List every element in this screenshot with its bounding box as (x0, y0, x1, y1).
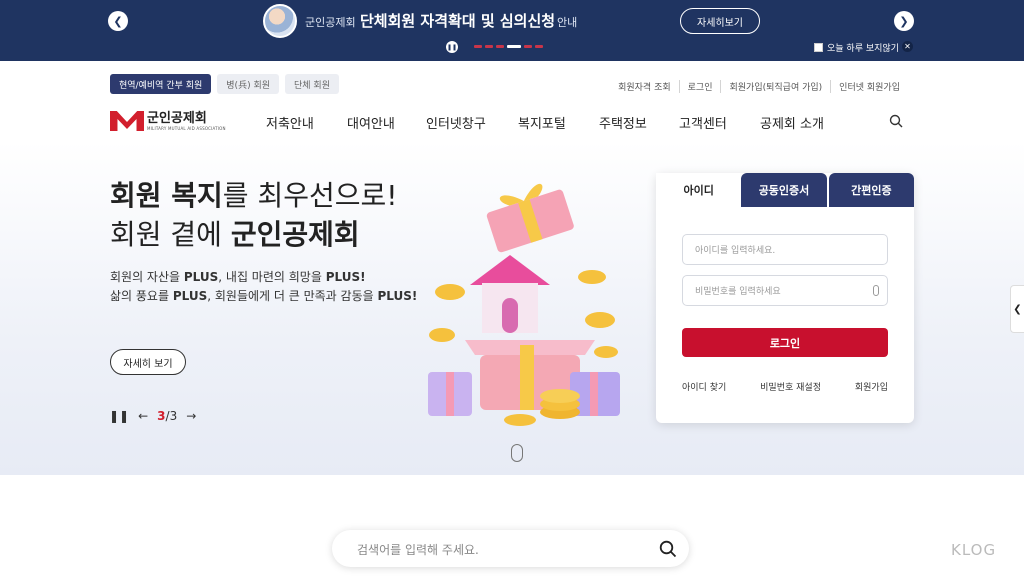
utility-links: 회원자격 조회 로그인 회원가입(퇴직급여 가입) 인터넷 회원가입 (610, 80, 908, 93)
id-input[interactable]: 아이디를 입력하세요. (682, 234, 888, 265)
logo-subtext: MILITARY MUTUAL AID ASSOCIATION (147, 125, 226, 131)
banner-dot[interactable] (496, 45, 504, 48)
keyboard-security-icon[interactable] (873, 285, 879, 296)
password-placeholder: 비밀번호를 입력하세요 (695, 287, 781, 297)
search-input[interactable]: 검색어를 입력해 주세요. (357, 541, 479, 558)
banner-headline[interactable]: 단체회원 자격확대 및 심의신청 (360, 10, 555, 31)
util-signup-retirement[interactable]: 회원가입(퇴직급여 가입) (720, 80, 830, 93)
hide-today-checkbox[interactable] (814, 43, 823, 52)
tab-certificate-login[interactable]: 공동인증서 (741, 173, 827, 207)
banner-close-icon[interactable]: ✕ (902, 41, 913, 52)
util-login[interactable]: 로그인 (678, 80, 721, 93)
search-icon (659, 540, 676, 557)
login-links: 아이디 찾기 비밀번호 재설정 회원가입 (682, 380, 888, 393)
hero-description: 회원의 자산을 PLUS, 내집 마련의 희망을 PLUS! 삶의 풍요를 PL… (110, 270, 418, 303)
nav-welfare-portal[interactable]: 복지포털 (518, 113, 599, 132)
main-navigation: 저축안내 대여안내 인터넷창구 복지포털 주택정보 고객센터 공제회 소개 (266, 113, 824, 132)
nav-housing-info[interactable]: 주택정보 (599, 113, 679, 132)
banner-dot[interactable] (485, 45, 493, 48)
slide-total: /3 (165, 409, 178, 423)
prev-arrow-icon[interactable]: ← (138, 409, 148, 423)
site-logo[interactable]: 군인공제회 MILITARY MUTUAL AID ASSOCIATION (110, 111, 226, 131)
banner-dot-active[interactable] (507, 45, 521, 48)
nav-internet-window[interactable]: 인터넷창구 (426, 113, 518, 132)
search-submit-button[interactable] (652, 533, 683, 564)
hero-title-line2: 회원 곁에 군인공제회 (110, 218, 360, 251)
banner-dot[interactable] (524, 45, 532, 48)
banner-prev-button[interactable]: ❮ (108, 11, 128, 31)
banner-guide: 안내 (557, 16, 578, 29)
next-arrow-icon[interactable]: → (186, 409, 196, 423)
banner-avatar (263, 4, 297, 38)
nav-loans[interactable]: 대여안내 (347, 113, 426, 132)
logo-mark-icon (110, 111, 144, 131)
banner-dot[interactable] (474, 45, 482, 48)
scroll-down-icon[interactable] (511, 444, 523, 462)
banner-more-button[interactable]: 자세히보기 (680, 8, 760, 34)
banner-pagination (474, 45, 543, 48)
watermark: KLOG (951, 541, 997, 559)
nav-about[interactable]: 공제회 소개 (760, 113, 824, 132)
reset-password-link[interactable]: 비밀번호 재설정 (760, 380, 821, 393)
hide-today-toggle[interactable]: 오늘 하루 보지않기 (814, 41, 899, 54)
hero-slider-controls: ❚❚ ← 3/3 → (109, 409, 196, 423)
nav-customer-center[interactable]: 고객센터 (679, 113, 760, 132)
password-input[interactable]: 비밀번호를 입력하세요 (682, 275, 888, 306)
hide-today-label: 오늘 하루 보지않기 (827, 44, 899, 54)
util-internet-signup[interactable]: 인터넷 회원가입 (830, 80, 908, 93)
tab-group-member[interactable]: 단체 회원 (285, 74, 339, 94)
slide-current: 3 (157, 409, 166, 423)
banner-next-button[interactable]: ❯ (894, 11, 914, 31)
search-bar[interactable]: 검색어를 입력해 주세요. (332, 530, 689, 567)
login-panel: 아이디 공동인증서 간편인증 아이디를 입력하세요. 비밀번호를 입력하세요 로… (656, 173, 914, 423)
search-icon[interactable] (889, 114, 903, 128)
banner-dot[interactable] (535, 45, 543, 48)
banner-pause-icon[interactable]: ❚❚ (446, 41, 458, 53)
tab-soldier-member[interactable]: 병(兵) 회원 (217, 74, 280, 94)
find-id-link[interactable]: 아이디 찾기 (682, 380, 726, 393)
pause-icon[interactable]: ❚❚ (109, 409, 129, 423)
member-type-tabs: 현역/예비역 간부 회원 병(兵) 회원 단체 회원 (110, 74, 339, 94)
nav-savings[interactable]: 저축안내 (266, 113, 347, 132)
tab-id-login[interactable]: 아이디 (656, 173, 742, 207)
login-button[interactable]: 로그인 (682, 328, 888, 357)
logo-text: 군인공제회 (147, 110, 207, 126)
tab-officer-member[interactable]: 현역/예비역 간부 회원 (110, 74, 212, 94)
gift-house-illustration (428, 183, 620, 426)
util-membership-check[interactable]: 회원자격 조회 (610, 80, 679, 93)
hero-detail-button[interactable]: 자세히 보기 (110, 349, 186, 375)
tab-simple-auth[interactable]: 간편인증 (828, 173, 914, 207)
side-panel-toggle[interactable]: ❮ (1010, 285, 1024, 333)
signup-link[interactable]: 회원가입 (855, 380, 888, 393)
hero-title-line1: 회원 복지를 최우선으로! (110, 179, 398, 212)
banner-org: 군인공제회 (305, 16, 356, 29)
login-tabs: 아이디 공동인증서 간편인증 (656, 173, 914, 207)
top-notice-banner: ❮ 군인공제회 단체회원 자격확대 및 심의신청 안내 자세히보기 ❯ ❚❚ 오… (0, 0, 1024, 61)
